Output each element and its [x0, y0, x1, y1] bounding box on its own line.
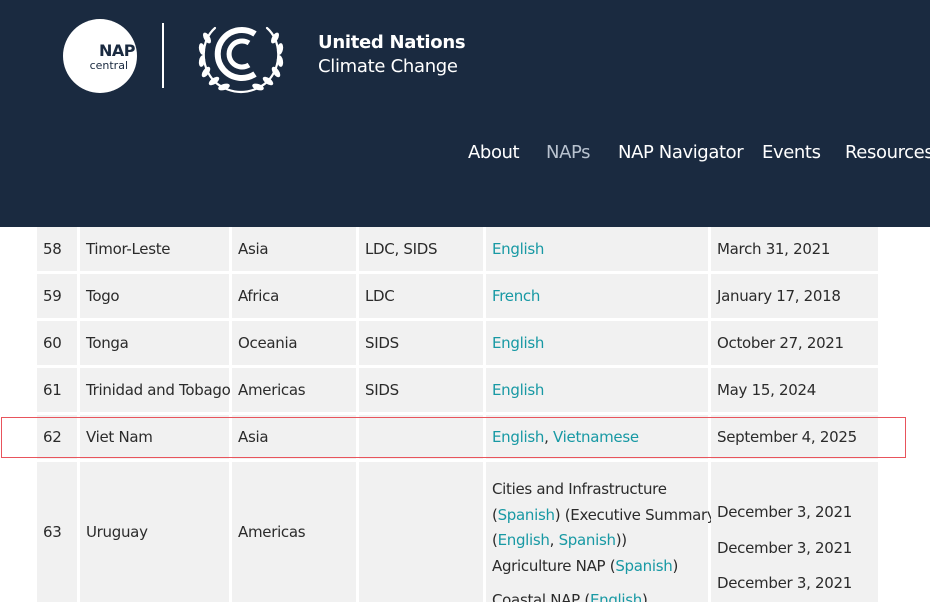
table-row-highlighted: 62 Viet Nam Asia English, Vietnamese Sep…: [37, 415, 878, 459]
country-group: [359, 462, 483, 602]
table-row: 60 Tonga Oceania SIDS English October 27…: [37, 321, 878, 365]
row-number: 62: [37, 415, 77, 459]
nap-document-cell: English, Vietnamese: [486, 415, 708, 459]
table-row: 59 Togo Africa LDC French January 17, 20…: [37, 274, 878, 318]
nap-central-logo[interactable]: NAP central: [63, 19, 137, 93]
country-name: Viet Nam: [80, 415, 229, 459]
country-name: Tonga: [80, 321, 229, 365]
document-line: Cities and Infrastructure: [492, 477, 708, 503]
region: Oceania: [232, 321, 356, 365]
un-logo-subtitle: Climate Change: [318, 56, 458, 77]
nap-logo-text: NAP: [99, 41, 136, 60]
nap-document-link-vietnamese[interactable]: Vietnamese: [553, 428, 639, 446]
submission-date: September 4, 2025: [711, 415, 878, 459]
region: Asia: [232, 227, 356, 271]
submission-dates: December 3, 2021 December 3, 2021 Decemb…: [711, 462, 878, 602]
nap-document-link[interactable]: Spanish: [559, 531, 616, 549]
country-name: Timor-Leste: [80, 227, 229, 271]
row-number: 63: [37, 462, 77, 602]
nap-document-link[interactable]: Spanish: [498, 506, 555, 524]
country-group: LDC, SIDS: [359, 227, 483, 271]
nap-document-link[interactable]: English: [492, 240, 544, 258]
country-group: [359, 415, 483, 459]
country-name: Trinidad and Tobago: [80, 368, 231, 412]
country-group: LDC: [359, 274, 483, 318]
submission-date: May 15, 2024: [711, 368, 878, 412]
site-header: NAP central United Nations Climate Chang…: [0, 0, 930, 227]
region: Africa: [232, 274, 356, 318]
logo-divider: [162, 23, 164, 88]
separator-comma: ,: [544, 428, 554, 446]
nap-document-link[interactable]: English: [498, 531, 550, 549]
submission-date: December 3, 2021: [717, 503, 853, 521]
nap-document-link[interactable]: English: [590, 591, 642, 602]
document-line: Coastal NAP (English): [492, 588, 708, 602]
document-line: Agriculture NAP (Spanish): [492, 556, 679, 575]
nav-resources[interactable]: Resources: [845, 142, 930, 163]
country-group: SIDS: [359, 368, 483, 412]
document-subtitle: Executive Summary: [570, 505, 716, 524]
nap-document-link[interactable]: English: [492, 334, 544, 352]
nav-nap-navigator[interactable]: NAP Navigator: [618, 142, 744, 163]
table-row: 63 Uruguay Americas Cities and Infrastru…: [37, 462, 878, 602]
nap-logo-subtext: central: [89, 59, 128, 72]
submission-date: December 3, 2021: [717, 574, 853, 592]
nav-events[interactable]: Events: [762, 142, 821, 163]
country-name: Togo: [80, 274, 229, 318]
row-number: 61: [37, 368, 77, 412]
document-title: Agriculture NAP: [492, 556, 606, 575]
nap-document-cell: English: [486, 321, 708, 365]
un-logo-title: United Nations: [318, 32, 466, 53]
region: Americas: [232, 462, 356, 602]
nap-document-cell: French: [486, 274, 708, 318]
country-name: Uruguay: [80, 462, 229, 602]
region: Asia: [232, 415, 356, 459]
row-number: 59: [37, 274, 77, 318]
table-row: 58 Timor-Leste Asia LDC, SIDS English Ma…: [37, 227, 878, 271]
document-line: (English, Spanish)): [492, 531, 627, 549]
submission-date: March 31, 2021: [711, 227, 878, 271]
nap-document-link[interactable]: English: [492, 381, 544, 399]
row-number: 58: [37, 227, 77, 271]
nap-document-cell: English: [486, 368, 708, 412]
nav-about[interactable]: About: [468, 142, 520, 163]
row-number: 60: [37, 321, 77, 365]
country-group: SIDS: [359, 321, 483, 365]
table-row: 61 Trinidad and Tobago Americas SIDS Eng…: [37, 368, 878, 412]
document-title: Cities and Infrastructure: [492, 480, 667, 498]
nav-naps[interactable]: NAPs: [546, 142, 591, 163]
nap-document-link[interactable]: French: [492, 287, 540, 305]
document-title: Coastal NAP: [492, 591, 580, 602]
nap-document-link-english[interactable]: English: [492, 428, 544, 446]
document-line: (Spanish) (Executive Summary: [492, 505, 716, 524]
nap-document-cell: English: [486, 227, 708, 271]
nap-document-cell: Cities and Infrastructure (Spanish) (Exe…: [486, 462, 716, 602]
submission-date: October 27, 2021: [711, 321, 878, 365]
submission-date: January 17, 2018: [711, 274, 878, 318]
region: Americas: [232, 368, 356, 412]
un-climate-change-emblem-icon[interactable]: [193, 16, 289, 94]
submission-date: December 3, 2021: [717, 538, 853, 557]
nap-document-link[interactable]: Spanish: [615, 557, 672, 575]
